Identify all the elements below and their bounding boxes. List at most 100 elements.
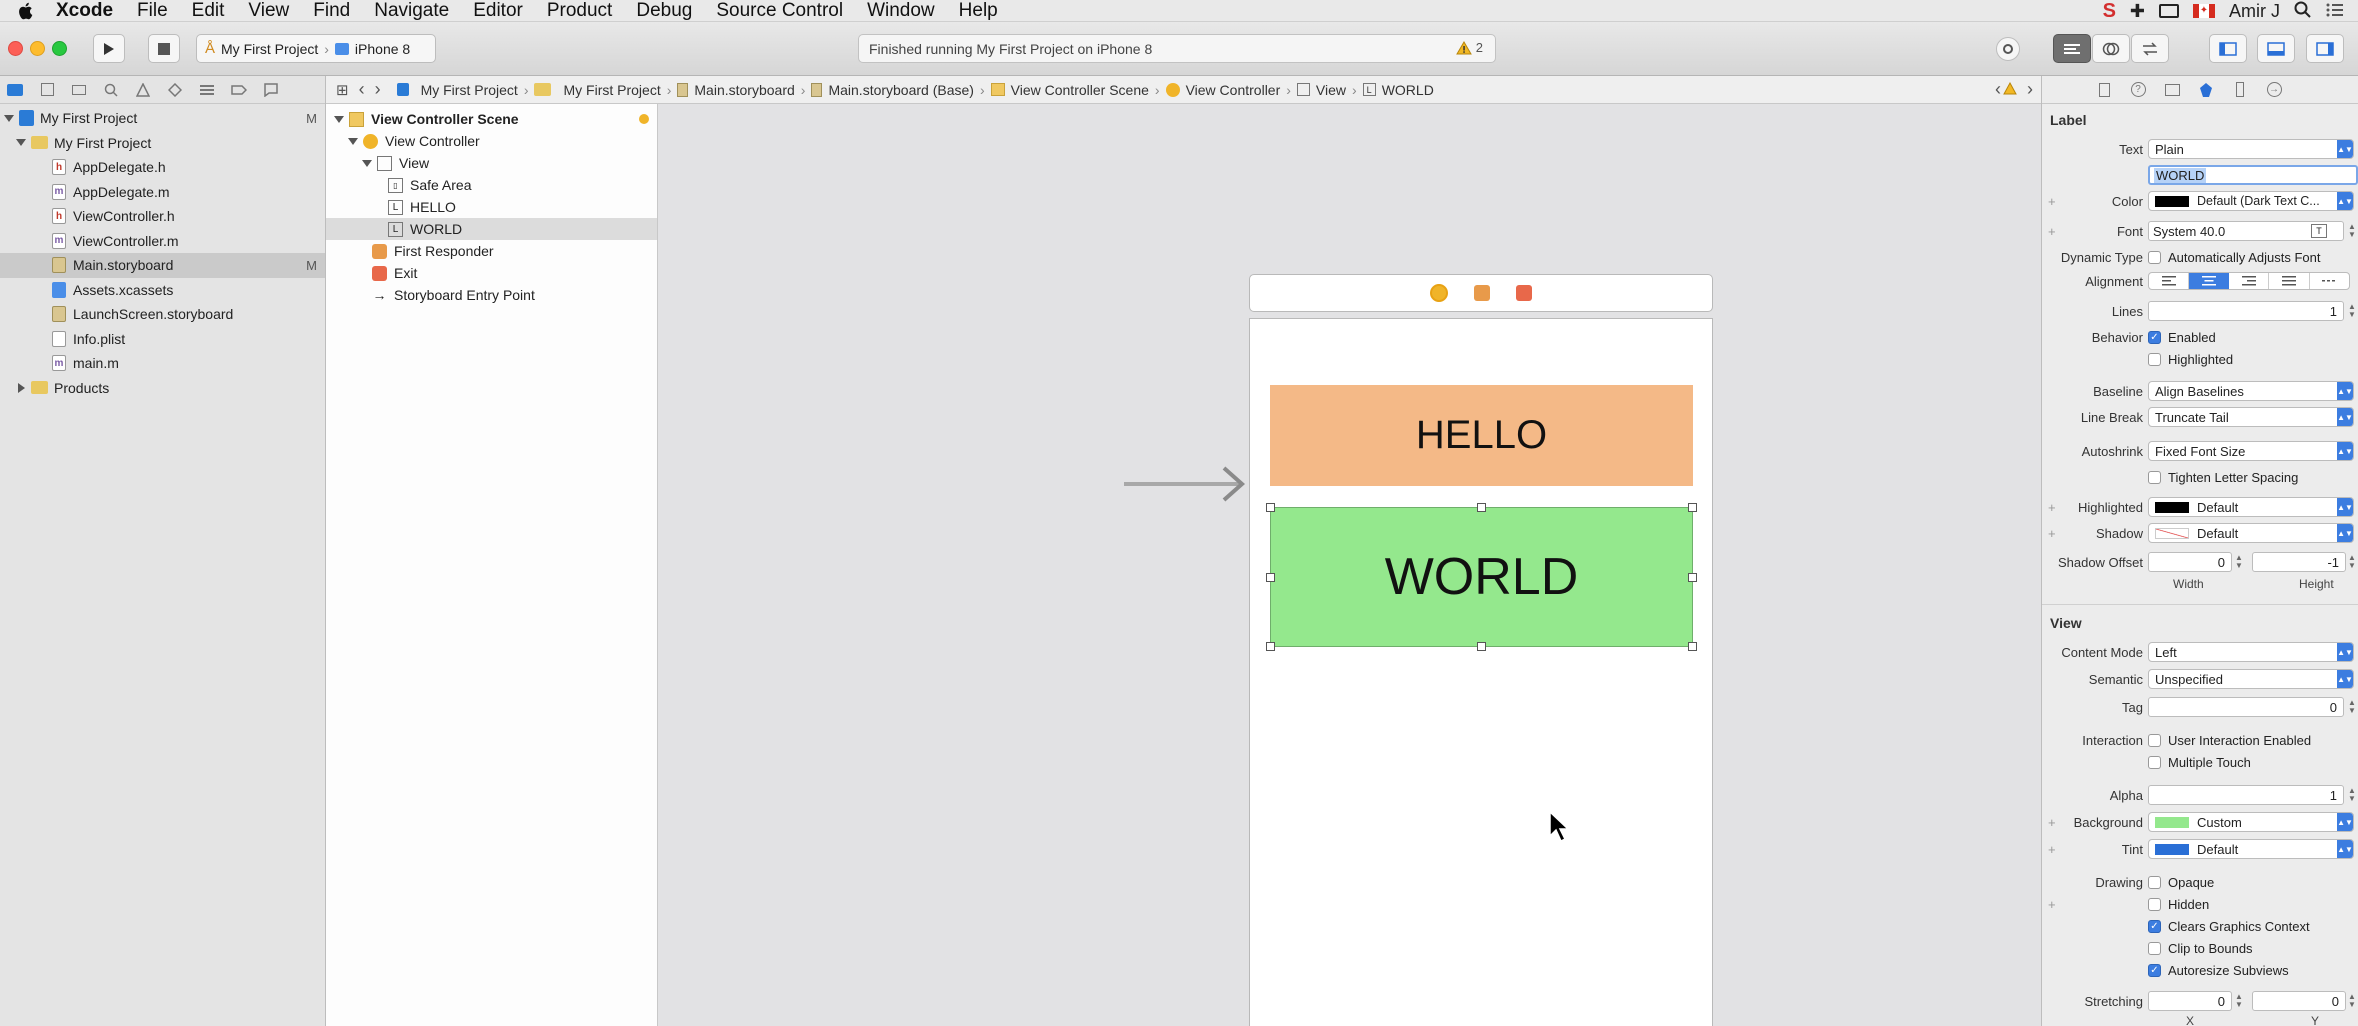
breadcrumb-storyboard[interactable]: Main.storyboard (677, 82, 795, 98)
warning-indicator[interactable]: 2 (1455, 40, 1483, 55)
issue-navigator-icon[interactable] (132, 79, 154, 101)
back-button[interactable]: ‹ (359, 79, 365, 100)
outline-safe-area[interactable]: ▯ Safe Area (326, 174, 657, 196)
world-label[interactable]: WORLD (1266, 503, 1697, 651)
file-appdelegate-m[interactable]: m AppDelegate.m (0, 180, 325, 205)
identity-inspector-icon[interactable] (2162, 80, 2182, 100)
breadcrumb-label-world[interactable]: L WORLD (1362, 82, 1434, 98)
assistant-editor-button[interactable] (2092, 34, 2130, 63)
content-mode-popup[interactable]: Left ▲▼ (2148, 642, 2354, 662)
canada-flag-icon[interactable]: ✦ (2193, 4, 2215, 18)
exit-dock-icon[interactable] (1516, 285, 1532, 301)
highlighted-color-popup[interactable]: Default ▲▼ (2148, 497, 2354, 517)
standard-editor-button[interactable] (2053, 34, 2091, 63)
menu-xcode[interactable]: Xcode (56, 0, 113, 22)
shadow-height-stepper[interactable]: ▲ ▼ (2348, 552, 2358, 572)
debug-navigator-icon[interactable] (196, 79, 218, 101)
tree-item-group[interactable]: My First Project (0, 131, 325, 156)
hidden-checkbox[interactable] (2148, 897, 2161, 911)
text-type-popup[interactable]: Plain ▲▼ (2148, 139, 2354, 159)
lines-stepper[interactable]: ▲ ▼ (2348, 301, 2358, 321)
test-navigator-icon[interactable] (164, 79, 186, 101)
plus-icon[interactable]: + (2048, 842, 2056, 857)
resize-handle-right[interactable] (1688, 573, 1697, 582)
resize-handle-left[interactable] (1266, 573, 1275, 582)
shadow-color-popup[interactable]: Default ▲▼ (2148, 523, 2354, 543)
resize-handle-top[interactable] (1477, 503, 1486, 512)
lines-field[interactable]: 1 (2148, 301, 2344, 321)
file-launchscreen[interactable]: LaunchScreen.storyboard (0, 302, 325, 327)
autoresize-subviews-checkbox[interactable]: ✓ (2148, 963, 2161, 977)
symbol-navigator-icon[interactable] (68, 79, 90, 101)
disclosure-closed-icon[interactable] (18, 382, 25, 393)
source-control-icon[interactable] (36, 79, 58, 101)
semantic-popup[interactable]: Unspecified ▲▼ (2148, 669, 2354, 689)
file-main-m[interactable]: m main.m (0, 351, 325, 376)
project-navigator-folder-icon[interactable] (4, 79, 26, 101)
background-color-popup[interactable]: Custom ▲▼ (2148, 812, 2354, 832)
size-inspector-icon[interactable] (2230, 80, 2250, 100)
stretch-x-stepper[interactable]: ▲ ▼ (2235, 991, 2245, 1011)
display-icon[interactable] (2159, 4, 2179, 18)
shadow-offset-width-field[interactable]: 0 (2148, 552, 2232, 572)
related-items-icon[interactable]: ⊞ (336, 81, 349, 99)
outline-exit[interactable]: Exit (326, 262, 657, 284)
outline-first-responder[interactable]: First Responder (326, 240, 657, 262)
version-editor-button[interactable] (2131, 34, 2169, 63)
scheme-selector[interactable]: Å My First Project › iPhone 8 (196, 34, 436, 63)
stretch-y-field[interactable]: 0 (2252, 991, 2346, 1011)
apple-menu-icon[interactable] (16, 2, 34, 20)
plus-icon[interactable]: + (2048, 194, 2056, 209)
outline-hello-label[interactable]: L HELLO (326, 196, 657, 218)
view-controller-dock-icon[interactable] (1430, 284, 1448, 302)
file-appdelegate-h[interactable]: h AppDelegate.h (0, 155, 325, 180)
storyboard-canvas[interactable]: HELLO WORLD (658, 104, 2041, 1026)
plus-icon[interactable]: + (2048, 526, 2056, 541)
tree-item-products[interactable]: Products (0, 376, 325, 401)
align-justified-icon[interactable] (2269, 273, 2310, 289)
first-responder-dock-icon[interactable] (1474, 285, 1490, 301)
app-status-icon[interactable]: S (2103, 0, 2116, 23)
disclosure-open-icon[interactable] (4, 114, 14, 122)
report-navigator-icon[interactable] (260, 79, 282, 101)
hello-label[interactable]: HELLO (1270, 385, 1693, 486)
breakpoint-navigator-icon[interactable] (228, 79, 250, 101)
connections-inspector-icon[interactable]: → (2264, 80, 2284, 100)
menu-help[interactable]: Help (959, 0, 998, 22)
plus-icon[interactable]: + (2048, 224, 2056, 239)
tree-item-project[interactable]: My First Project M (0, 106, 325, 131)
align-left-icon[interactable] (2149, 273, 2190, 289)
zoom-window-button[interactable] (52, 41, 67, 56)
find-navigator-icon[interactable] (100, 79, 122, 101)
library-button[interactable] (1996, 37, 2020, 61)
alpha-field[interactable]: 1 (2148, 785, 2344, 805)
color-popup[interactable]: Default (Dark Text C... ▲▼ (2148, 191, 2354, 211)
resize-handle-top-right[interactable] (1688, 503, 1697, 512)
breadcrumb-scene[interactable]: View Controller Scene (990, 82, 1149, 98)
align-center-icon[interactable] (2189, 273, 2229, 289)
previous-issue-button[interactable]: ‹ (1995, 79, 2001, 100)
file-main-storyboard[interactable]: Main.storyboard M (0, 253, 325, 278)
outline-view-controller[interactable]: View Controller (326, 130, 657, 152)
outline-scene[interactable]: View Controller Scene (326, 108, 657, 130)
multiple-touch-checkbox[interactable] (2148, 755, 2161, 769)
breadcrumb-storyboard-base[interactable]: Main.storyboard (Base) (811, 82, 974, 98)
clip-to-bounds-checkbox[interactable] (2148, 941, 2161, 955)
tighten-letter-spacing-checkbox[interactable] (2148, 470, 2161, 484)
font-size-stepper[interactable]: ▲ ▼ (2348, 221, 2358, 241)
disclosure-open-icon[interactable] (348, 137, 358, 145)
user-name[interactable]: Amir J (2229, 1, 2280, 22)
menu-debug[interactable]: Debug (636, 0, 692, 22)
shadow-offset-height-field[interactable]: -1 (2252, 552, 2346, 572)
file-viewcontroller-m[interactable]: m ViewController.m (0, 229, 325, 254)
baseline-popup[interactable]: Align Baselines ▲▼ (2148, 381, 2354, 401)
forward-button[interactable]: › (375, 79, 381, 100)
outline-view[interactable]: View (326, 152, 657, 174)
plus-icon[interactable]: + (2048, 897, 2056, 912)
notification-center-icon[interactable] (2326, 2, 2344, 21)
enabled-checkbox[interactable]: ✓ (2148, 330, 2161, 344)
menu-window[interactable]: Window (867, 0, 935, 22)
line-break-popup[interactable]: Truncate Tail ▲▼ (2148, 407, 2354, 427)
breadcrumb-view[interactable]: View (1296, 82, 1346, 98)
outline-entry-point[interactable]: → Storyboard Entry Point (326, 284, 657, 306)
